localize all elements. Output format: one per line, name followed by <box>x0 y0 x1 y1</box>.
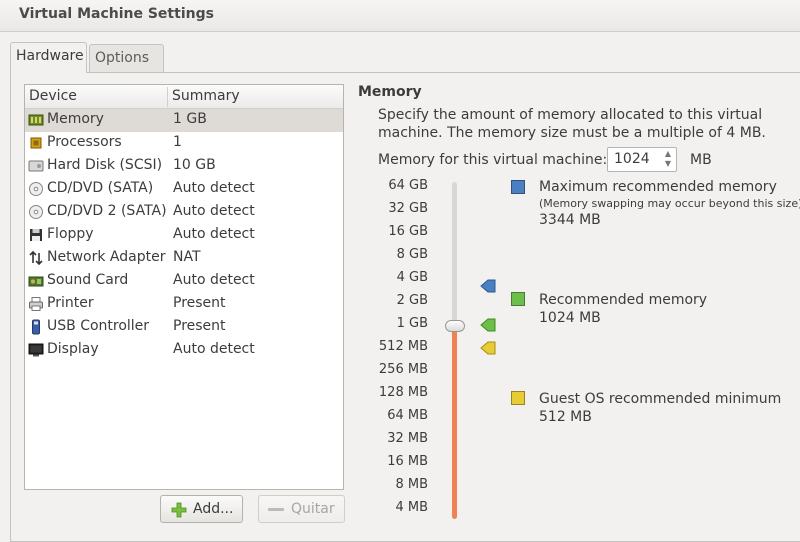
device-name: Memory <box>47 111 104 127</box>
device-row-memory[interactable]: Memory 1 GB <box>25 109 343 132</box>
device-row-processors[interactable]: Processors 1 <box>25 132 343 155</box>
scale-tick-label: 512 MB <box>378 339 428 354</box>
device-name: Display <box>47 341 99 357</box>
spin-arrows-icon[interactable]: ▲ ▼ <box>662 149 674 171</box>
device-row-printer[interactable]: Printer Present <box>25 293 343 316</box>
printer-icon <box>29 297 43 311</box>
scale-tick-label: 1 GB <box>396 316 428 331</box>
minimum-legend-icon <box>511 391 525 405</box>
minimum-value: 512 MB <box>539 409 592 425</box>
device-summary: 10 GB <box>173 157 216 173</box>
device-summary: Auto detect <box>173 226 255 242</box>
cd-dvd-icon <box>29 182 43 196</box>
device-name: Printer <box>47 295 94 311</box>
memory-description: Specify the amount of memory allocated t… <box>378 107 766 141</box>
tab-options[interactable]: Options <box>89 44 164 72</box>
device-row-network-adapter[interactable]: Network Adapter NAT <box>25 247 343 270</box>
device-summary: Auto detect <box>173 203 255 219</box>
device-summary: Auto detect <box>173 272 255 288</box>
device-row-sound-card[interactable]: Sound Card Auto detect <box>25 270 343 293</box>
title-bar: Virtual Machine Settings <box>0 0 800 32</box>
memory-section-title: Memory <box>358 84 422 100</box>
display-icon <box>28 343 44 357</box>
device-summary: NAT <box>173 249 201 265</box>
remove-button-label: Quitar <box>291 501 335 517</box>
device-list[interactable]: Device Summary Memory 1 GB Processors 1 … <box>24 84 344 490</box>
memory-spinbox[interactable]: 1024 ▲ ▼ <box>607 147 677 172</box>
device-summary: Auto detect <box>173 180 255 196</box>
scale-tick-label: 8 GB <box>396 247 428 262</box>
device-summary: Auto detect <box>173 341 255 357</box>
device-name: CD/DVD (SATA) <box>47 180 154 196</box>
slider-track[interactable] <box>452 182 457 326</box>
device-summary: Present <box>173 295 226 311</box>
scale-tick-label: 32 MB <box>387 431 428 446</box>
column-summary[interactable]: Summary <box>172 88 240 104</box>
slider-thumb[interactable] <box>445 320 465 332</box>
recommended-marker-icon <box>480 318 496 332</box>
device-summary: Present <box>173 318 226 334</box>
device-summary: 1 <box>173 134 182 150</box>
add-device-button[interactable]: Add... <box>160 495 243 523</box>
column-separator <box>167 87 168 107</box>
scale-tick-label: 4 MB <box>395 500 428 515</box>
floppy-icon <box>30 229 42 241</box>
remove-device-button[interactable]: Quitar <box>258 495 345 523</box>
recommended-legend-icon <box>511 292 525 306</box>
window-title: Virtual Machine Settings <box>19 6 214 22</box>
max-recommended-note: (Memory swapping may occur beyond this s… <box>539 197 800 210</box>
memory-icon <box>28 114 44 126</box>
usb-icon <box>32 319 40 335</box>
scale-tick-label: 64 GB <box>388 178 428 193</box>
device-row-floppy[interactable]: Floppy Auto detect <box>25 224 343 247</box>
minimum-title: Guest OS recommended minimum <box>539 391 782 407</box>
memory-spinbox-value[interactable]: 1024 <box>614 151 650 167</box>
add-button-label: Add... <box>193 501 234 517</box>
max-recommended-marker-icon <box>480 279 496 293</box>
plus-icon <box>171 502 187 518</box>
column-device[interactable]: Device <box>29 88 77 104</box>
device-list-header: Device Summary <box>25 85 343 109</box>
device-name: Floppy <box>47 226 94 242</box>
device-name: CD/DVD 2 (SATA) <box>47 203 167 219</box>
device-name: Network Adapter <box>47 249 166 265</box>
minus-icon <box>268 508 284 511</box>
scale-tick-label: 32 GB <box>388 201 428 216</box>
recommended-value: 1024 MB <box>539 310 601 326</box>
max-recommended-legend-icon <box>511 180 525 194</box>
device-row-cd-dvd[interactable]: CD/DVD (SATA) Auto detect <box>25 178 343 201</box>
processor-icon <box>30 137 42 149</box>
scale-tick-label: 128 MB <box>378 385 428 400</box>
scale-tick-label: 256 MB <box>378 362 428 377</box>
scale-tick-label: 2 GB <box>396 293 428 308</box>
scale-tick-label: 16 MB <box>387 454 428 469</box>
device-row-usb-controller[interactable]: USB Controller Present <box>25 316 343 339</box>
max-recommended-value: 3344 MB <box>539 212 601 228</box>
device-row-display[interactable]: Display Auto detect <box>25 339 343 362</box>
hard-disk-icon <box>28 160 44 172</box>
device-name: Processors <box>47 134 122 150</box>
minimum-marker-icon <box>480 341 496 355</box>
scale-tick-label: 8 MB <box>395 477 428 492</box>
slider-fill <box>452 326 457 519</box>
sound-card-icon <box>28 276 44 287</box>
device-summary: 1 GB <box>173 111 207 127</box>
max-recommended-title: Maximum recommended memory <box>539 179 777 195</box>
device-name: Sound Card <box>47 272 129 288</box>
device-name: Hard Disk (SCSI) <box>47 157 163 173</box>
scale-tick-label: 16 GB <box>388 224 428 239</box>
device-name: USB Controller <box>47 318 150 334</box>
network-icon <box>29 250 43 266</box>
scale-tick-label: 4 GB <box>396 270 428 285</box>
scale-tick-label: 64 MB <box>387 408 428 423</box>
memory-unit: MB <box>690 152 712 168</box>
memory-field-label: Memory for this virtual machine: <box>378 152 608 168</box>
device-row-cd-dvd-2[interactable]: CD/DVD 2 (SATA) Auto detect <box>25 201 343 224</box>
tab-hardware[interactable]: Hardware <box>10 42 87 73</box>
recommended-title: Recommended memory <box>539 292 708 308</box>
cd-dvd-icon <box>29 205 43 219</box>
device-row-hard-disk[interactable]: Hard Disk (SCSI) 10 GB <box>25 155 343 178</box>
